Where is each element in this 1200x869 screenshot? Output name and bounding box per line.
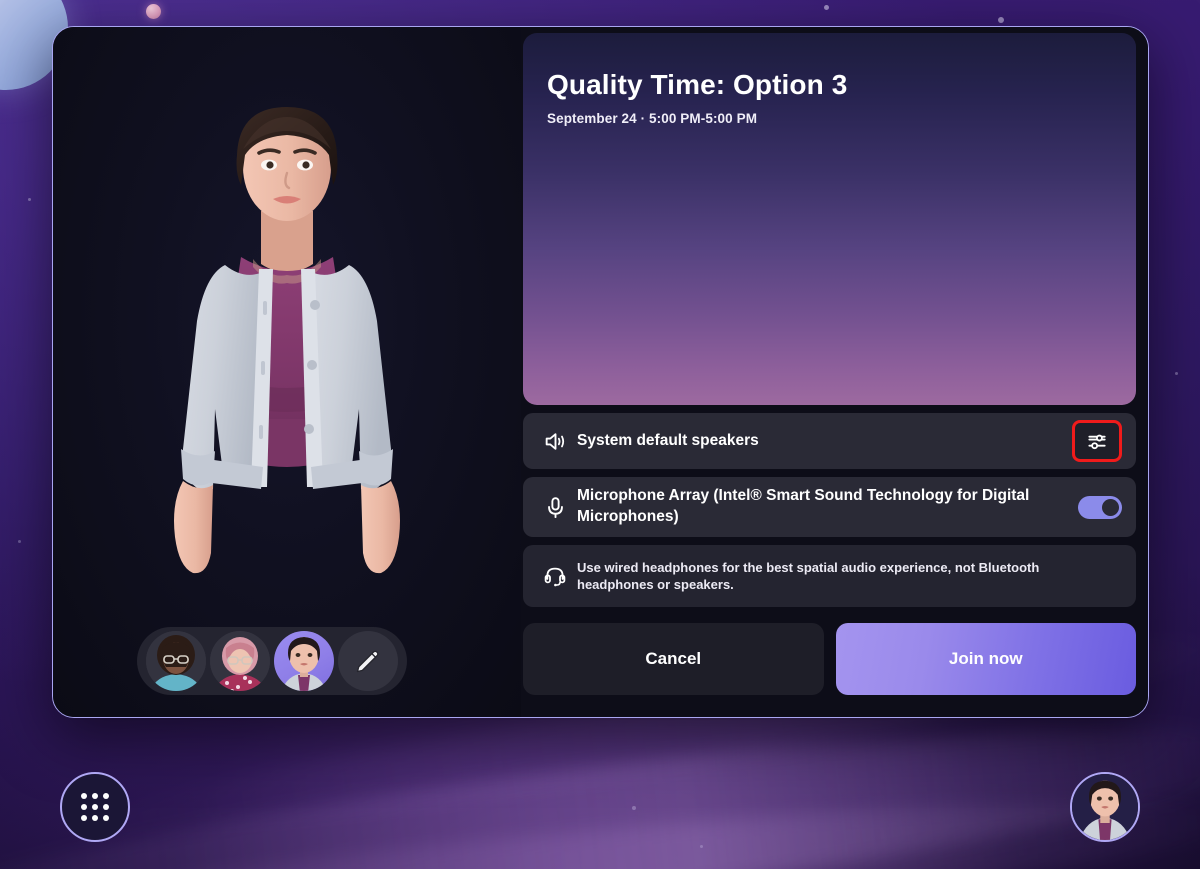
pencil-icon	[356, 650, 379, 673]
app-grid-button[interactable]	[60, 772, 130, 842]
avatar-option-1[interactable]	[146, 631, 206, 691]
star-decoration	[700, 845, 703, 848]
speaker-device-row[interactable]: System default speakers	[523, 413, 1136, 469]
speaker-label: System default speakers	[577, 431, 759, 449]
microphone-label: Microphone Array (Intel® Smart Sound Tec…	[577, 487, 1030, 525]
star-decoration	[18, 540, 21, 543]
prejoin-dialog: Quality Time: Option 3 September 24 · 5:…	[52, 26, 1149, 718]
toggle-knob	[1102, 498, 1119, 516]
dialog-actions: Cancel Join now	[523, 623, 1136, 696]
star-decoration	[998, 17, 1004, 23]
immersive-space-backdrop: Quality Time: Option 3 September 24 · 5:…	[0, 0, 1200, 869]
star-decoration	[28, 198, 31, 201]
avatar-option-2[interactable]	[210, 631, 270, 691]
app-grid-icon	[81, 793, 109, 821]
edit-avatar-button[interactable]	[338, 631, 398, 691]
hint-text: Use wired headphones for the best spatia…	[577, 560, 1040, 593]
star-decoration	[632, 806, 636, 810]
meeting-datetime: September 24 · 5:00 PM-5:00 PM	[547, 111, 758, 127]
avatar-preview-pane	[53, 27, 521, 717]
avatar-option-3[interactable]	[274, 631, 334, 691]
audio-settings-sliders-icon	[1087, 434, 1106, 449]
meeting-preview-card: Quality Time: Option 3 September 24 · 5:…	[523, 33, 1136, 405]
profile-avatar-button[interactable]	[1070, 772, 1140, 842]
audio-settings-button[interactable]	[1072, 420, 1122, 462]
microphone-toggle[interactable]	[1078, 495, 1122, 519]
nebula-band	[0, 772, 1200, 869]
user-avatar-icon	[1072, 774, 1138, 840]
meeting-details-pane: Quality Time: Option 3 September 24 · 5:…	[521, 27, 1148, 717]
join-now-button[interactable]: Join now	[835, 623, 1136, 696]
microphone-device-row[interactable]: Microphone Array (Intel® Smart Sound Tec…	[523, 477, 1136, 537]
speaker-icon	[543, 429, 577, 454]
cancel-button[interactable]: Cancel	[523, 623, 824, 696]
pink-moon-decoration	[146, 4, 161, 19]
page-title: Quality Time: Option 3	[547, 69, 848, 100]
star-decoration	[824, 5, 829, 10]
headset-icon	[543, 564, 577, 588]
avatar-picker[interactable]	[137, 627, 407, 695]
star-decoration	[1175, 372, 1178, 375]
avatar-figure	[153, 89, 421, 649]
microphone-icon	[543, 495, 577, 520]
spatial-audio-hint: Use wired headphones for the best spatia…	[523, 545, 1136, 608]
